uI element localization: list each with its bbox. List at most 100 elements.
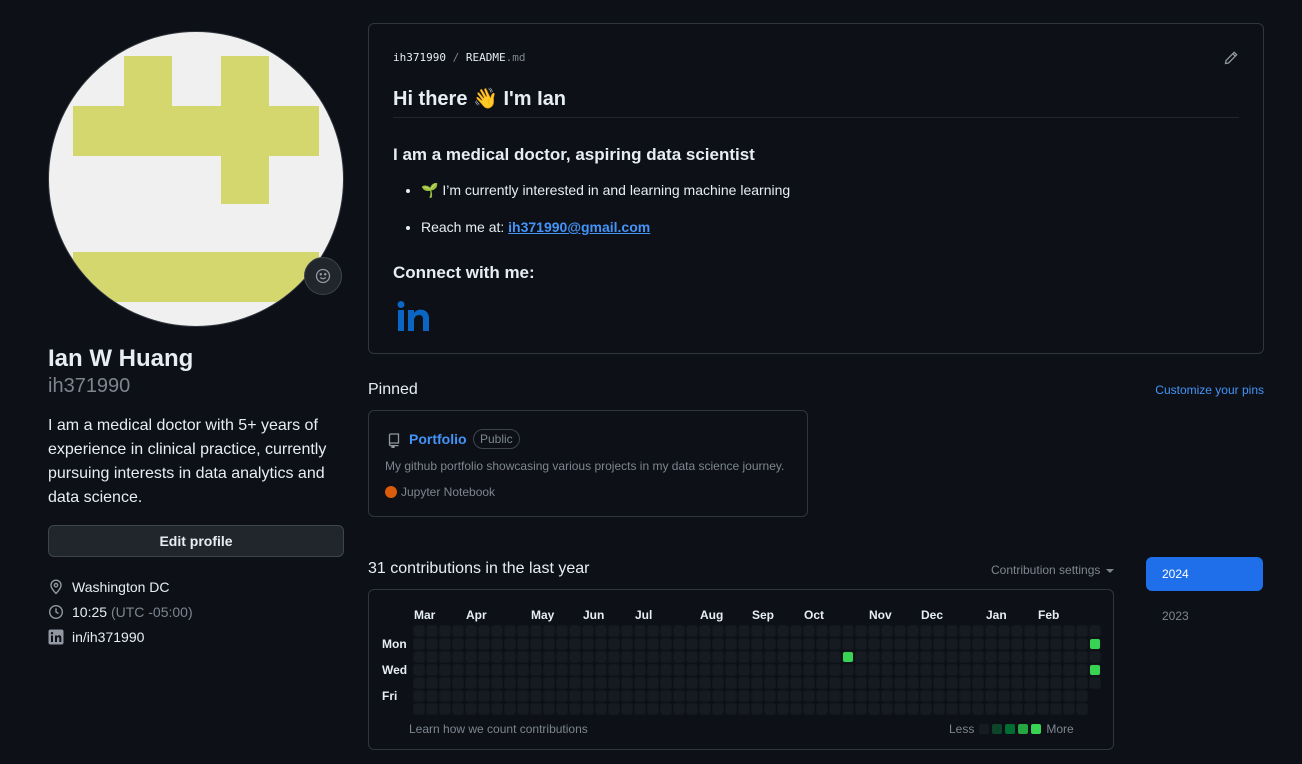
contribution-day-cell[interactable] xyxy=(973,704,983,714)
contribution-day-cell[interactable] xyxy=(921,652,931,662)
contribution-day-cell[interactable] xyxy=(557,639,567,649)
contribution-day-cell[interactable] xyxy=(947,652,957,662)
contribution-day-cell[interactable] xyxy=(505,691,515,701)
contribution-day-cell[interactable] xyxy=(674,691,684,701)
contribution-day-cell[interactable] xyxy=(518,704,528,714)
contribution-day-cell[interactable] xyxy=(765,626,775,636)
contribution-day-cell[interactable] xyxy=(1051,665,1061,675)
contribution-day-cell[interactable] xyxy=(882,626,892,636)
contribution-day-cell[interactable] xyxy=(830,678,840,688)
contribution-day-cell[interactable] xyxy=(505,665,515,675)
contribution-day-cell[interactable] xyxy=(1012,665,1022,675)
contribution-day-cell[interactable] xyxy=(700,691,710,701)
contribution-day-cell[interactable] xyxy=(726,704,736,714)
contribution-day-cell[interactable] xyxy=(882,678,892,688)
contribution-day-cell[interactable] xyxy=(778,639,788,649)
contribution-day-cell[interactable] xyxy=(921,665,931,675)
contribution-day-cell[interactable] xyxy=(1012,691,1022,701)
contribution-day-cell[interactable] xyxy=(492,665,502,675)
contribution-day-cell[interactable] xyxy=(895,665,905,675)
contribution-day-cell[interactable] xyxy=(895,639,905,649)
contribution-day-cell[interactable] xyxy=(635,678,645,688)
contribution-day-cell[interactable] xyxy=(1077,691,1087,701)
contribution-day-cell[interactable] xyxy=(843,665,853,675)
contribution-day-cell[interactable] xyxy=(713,665,723,675)
contribution-day-cell[interactable] xyxy=(999,691,1009,701)
contribution-day-cell[interactable] xyxy=(609,665,619,675)
contribution-day-cell[interactable] xyxy=(661,665,671,675)
contribution-day-cell[interactable] xyxy=(921,678,931,688)
contribution-day-cell[interactable] xyxy=(882,704,892,714)
repo-name-link[interactable]: Portfolio xyxy=(409,431,467,447)
contribution-day-cell[interactable] xyxy=(1077,665,1087,675)
contribution-day-cell[interactable] xyxy=(570,665,580,675)
contribution-day-cell[interactable] xyxy=(908,678,918,688)
contribution-day-cell[interactable] xyxy=(1077,678,1087,688)
contribution-day-cell[interactable] xyxy=(466,678,476,688)
contribution-day-cell[interactable] xyxy=(947,639,957,649)
contribution-day-cell[interactable] xyxy=(557,704,567,714)
contribution-day-cell[interactable] xyxy=(427,626,437,636)
contribution-day-cell[interactable] xyxy=(1077,639,1087,649)
contribution-day-cell[interactable] xyxy=(817,704,827,714)
contribution-day-cell[interactable] xyxy=(908,704,918,714)
contribution-day-cell[interactable] xyxy=(609,652,619,662)
contribution-day-cell[interactable] xyxy=(570,652,580,662)
contribution-day-cell[interactable] xyxy=(778,626,788,636)
email-link[interactable]: ih371990@gmail.com xyxy=(508,219,650,235)
contribution-day-cell[interactable] xyxy=(635,639,645,649)
contribution-day-cell[interactable] xyxy=(466,639,476,649)
contribution-day-cell[interactable] xyxy=(999,678,1009,688)
contribution-day-cell[interactable] xyxy=(505,652,515,662)
contribution-day-cell[interactable] xyxy=(856,704,866,714)
contribution-day-cell[interactable] xyxy=(440,678,450,688)
contribution-day-cell[interactable] xyxy=(687,691,697,701)
contribution-day-cell[interactable] xyxy=(882,665,892,675)
contribution-day-cell[interactable] xyxy=(505,626,515,636)
contribution-day-cell[interactable] xyxy=(817,626,827,636)
contribution-day-cell[interactable] xyxy=(674,652,684,662)
contribution-day-cell[interactable] xyxy=(1051,652,1061,662)
contribution-day-cell[interactable] xyxy=(856,639,866,649)
contribution-day-cell[interactable] xyxy=(843,626,853,636)
readme-file[interactable]: README xyxy=(466,51,506,64)
contribution-day-cell[interactable] xyxy=(986,652,996,662)
contribution-day-cell[interactable] xyxy=(687,665,697,675)
contribution-day-cell[interactable] xyxy=(791,665,801,675)
contribution-day-cell[interactable] xyxy=(921,626,931,636)
contribution-day-cell[interactable] xyxy=(791,639,801,649)
contribution-day-cell[interactable] xyxy=(765,704,775,714)
contribution-day-cell[interactable] xyxy=(843,678,853,688)
contribution-day-cell[interactable] xyxy=(726,626,736,636)
contribution-day-cell[interactable] xyxy=(544,678,554,688)
contribution-day-cell[interactable] xyxy=(518,639,528,649)
year-button-2023[interactable]: 2023 xyxy=(1146,606,1263,626)
contribution-day-cell[interactable] xyxy=(1090,652,1100,662)
contribution-settings-dropdown[interactable]: Contribution settings xyxy=(991,563,1114,577)
contribution-day-cell[interactable] xyxy=(752,626,762,636)
contribution-day-cell[interactable] xyxy=(882,691,892,701)
contribution-day-cell[interactable] xyxy=(518,691,528,701)
contribution-day-cell[interactable] xyxy=(1051,704,1061,714)
contribution-day-cell[interactable] xyxy=(492,678,502,688)
contribution-day-cell[interactable] xyxy=(934,691,944,701)
contribution-day-cell[interactable] xyxy=(466,652,476,662)
contribution-day-cell[interactable] xyxy=(817,639,827,649)
contribution-day-cell[interactable] xyxy=(635,704,645,714)
contribution-day-cell[interactable] xyxy=(479,678,489,688)
year-button-2024[interactable]: 2024 xyxy=(1146,557,1263,591)
contribution-day-cell[interactable] xyxy=(440,665,450,675)
linkedin-link[interactable]: in/ih371990 xyxy=(72,629,144,645)
contribution-day-cell[interactable] xyxy=(583,639,593,649)
contribution-day-cell[interactable] xyxy=(687,639,697,649)
contribution-day-cell[interactable] xyxy=(596,704,606,714)
contribution-day-cell[interactable] xyxy=(1051,691,1061,701)
contribution-day-cell[interactable] xyxy=(544,639,554,649)
contribution-day-cell[interactable] xyxy=(466,691,476,701)
contribution-day-cell[interactable] xyxy=(1064,678,1074,688)
contribution-day-cell[interactable] xyxy=(466,665,476,675)
contribution-day-cell[interactable] xyxy=(596,626,606,636)
contribution-day-cell[interactable] xyxy=(661,639,671,649)
contribution-day-cell[interactable] xyxy=(648,652,658,662)
contribution-day-cell[interactable] xyxy=(869,704,879,714)
